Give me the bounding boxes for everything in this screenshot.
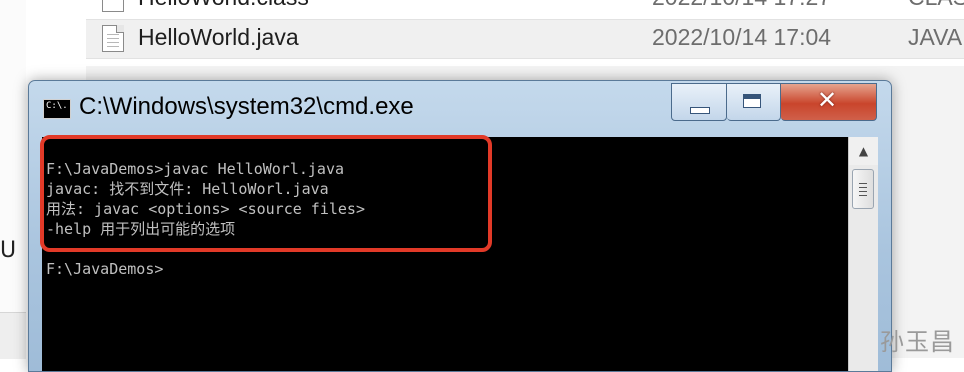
file-row[interactable]: HelloWorld.java 2022/10/14 17:04 JAVA — [86, 19, 964, 59]
file-type: CLAS — [908, 0, 964, 11]
maximize-button[interactable] — [727, 83, 781, 121]
scroll-thumb[interactable] — [852, 169, 874, 209]
file-date: 2022/10/14 17:04 — [652, 24, 832, 50]
file-type: JAVA — [908, 24, 963, 50]
console-line: F:\JavaDemos> — [46, 260, 164, 278]
error-highlight-box — [40, 135, 492, 252]
file-list: HelloWorld.class 2022/10/14 17:27 CLAS H… — [86, 0, 964, 66]
nav-item-cut-text: U — [0, 238, 17, 263]
file-date: 2022/10/14 17:27 — [652, 0, 831, 11]
class-file-icon — [102, 0, 124, 12]
navigation-pane-footer — [0, 312, 26, 359]
scroll-up-icon[interactable]: ▲ — [849, 137, 878, 165]
navigation-pane — [0, 0, 27, 358]
close-icon: ✕ — [817, 86, 838, 114]
author-watermark: 孙玉昌 — [880, 328, 955, 356]
vertical-scrollbar[interactable]: ▲ — [848, 137, 878, 371]
window-title: C:\Windows\system32\cmd.exe — [79, 93, 414, 120]
cmd-window[interactable]: C:\. C:\Windows\system32\cmd.exe ✕ F:\Ja… — [28, 80, 892, 372]
minimize-icon — [690, 107, 710, 114]
cmd-icon[interactable]: C:\. — [43, 99, 71, 119]
file-name: HelloWorld.class — [138, 0, 309, 11]
minimize-button[interactable] — [671, 83, 727, 121]
file-name: HelloWorld.java — [138, 24, 299, 50]
file-row[interactable]: HelloWorld.class 2022/10/14 17:27 CLAS — [86, 0, 964, 18]
close-button[interactable]: ✕ — [781, 83, 877, 121]
maximize-icon — [743, 94, 761, 108]
java-file-icon — [102, 25, 124, 52]
